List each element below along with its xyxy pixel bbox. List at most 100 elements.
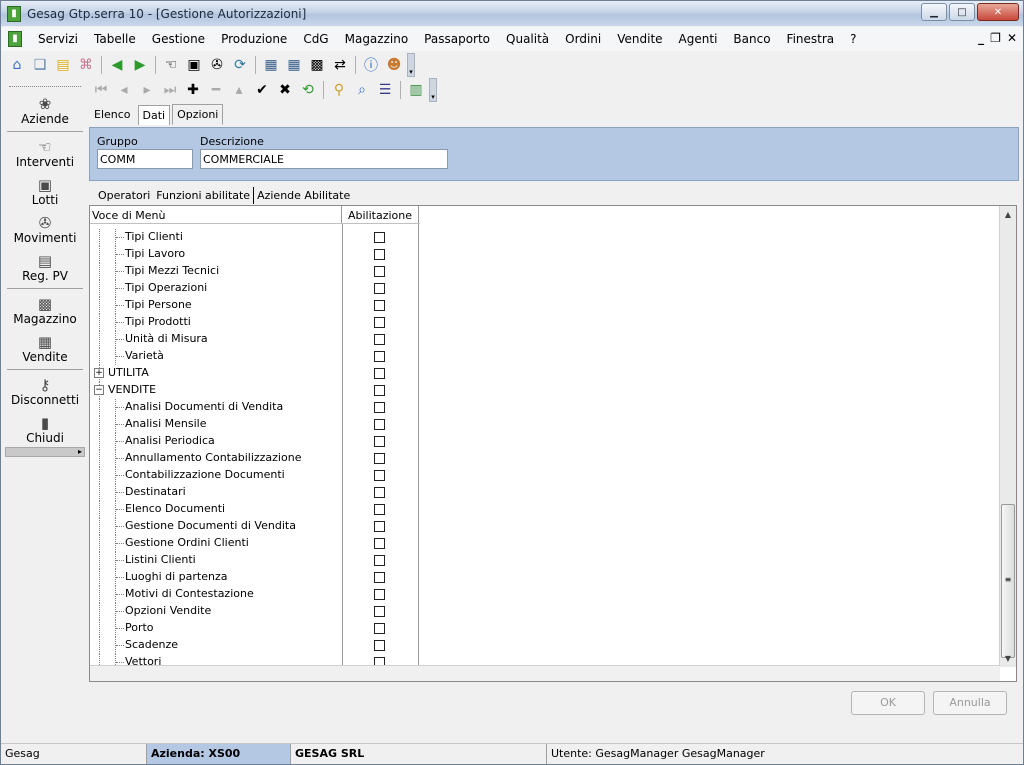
menu-passaporto[interactable]: Passaporto [416, 32, 498, 46]
collapse-icon[interactable]: − [94, 385, 104, 395]
column-header-voce-menu[interactable]: Voce di Menù [90, 206, 342, 223]
abilitazione-checkbox[interactable] [374, 555, 385, 566]
table-row[interactable]: Elenco Documenti [90, 501, 418, 518]
table-row[interactable]: Varietà [90, 348, 418, 365]
calendar-alt-icon[interactable]: ▦ [284, 55, 304, 75]
menu-help[interactable]: ? [842, 32, 864, 46]
table-row[interactable]: Luoghi di partenza [90, 569, 418, 586]
toolbar-overflow-button[interactable]: ▾ [407, 53, 415, 77]
table-row[interactable]: Opzioni Vendite [90, 603, 418, 620]
abilitazione-checkbox[interactable] [374, 470, 385, 481]
table-row[interactable]: Scadenze [90, 637, 418, 654]
table-row[interactable]: Tipi Clienti [90, 229, 418, 246]
sidebar-item-chiudi[interactable]: ▮ Chiudi [5, 410, 85, 448]
sidebar-item-interventi[interactable]: ☜ Interventi [5, 134, 85, 172]
abilitazione-checkbox[interactable] [374, 266, 385, 277]
filter-icon[interactable]: ⚲ [329, 80, 349, 100]
gruppo-field[interactable]: COMM [97, 149, 193, 169]
abilitazione-checkbox[interactable] [374, 419, 385, 430]
home-icon[interactable]: ⌂ [7, 55, 27, 75]
table-row[interactable]: − VENDITE [90, 382, 418, 399]
menu-agenti[interactable]: Agenti [671, 32, 726, 46]
menu-tabelle[interactable]: Tabelle [86, 32, 144, 46]
menu-banco[interactable]: Banco [725, 32, 778, 46]
tab-dati[interactable]: Dati [137, 105, 171, 125]
table-row[interactable]: Analisi Periodica [90, 433, 418, 450]
last-record-icon[interactable]: ⏭ [160, 80, 180, 100]
menu-magazzino[interactable]: Magazzino [337, 32, 417, 46]
abilitazione-checkbox[interactable] [374, 283, 385, 294]
reload-icon[interactable]: ⟲ [298, 80, 318, 100]
tab-opzioni[interactable]: Opzioni [172, 104, 224, 125]
tab-funzioni-abilitate[interactable]: Funzioni abilitate [153, 186, 255, 204]
table-row[interactable]: Destinatari [90, 484, 418, 501]
warehouse-icon[interactable]: ▩ [307, 55, 327, 75]
table-row[interactable]: Motivi di Contestazione [90, 586, 418, 603]
table-row[interactable]: Tipi Mezzi Tecnici [90, 263, 418, 280]
abilitazione-checkbox[interactable] [374, 300, 385, 311]
sort-icon[interactable]: ☰ [375, 80, 395, 100]
abilitazione-checkbox[interactable] [374, 538, 385, 549]
abilitazione-checkbox[interactable] [374, 487, 385, 498]
refresh-icon[interactable]: ⟳ [230, 55, 250, 75]
sidebar-item-reg-pv[interactable]: ▤ Reg. PV [5, 248, 85, 286]
maximize-button[interactable]: □ [949, 3, 975, 21]
expand-icon[interactable]: + [94, 368, 104, 378]
confirm-icon[interactable]: ✔ [252, 80, 272, 100]
table-row[interactable]: Gestione Ordini Clienti [90, 535, 418, 552]
movements-icon[interactable]: ✇ [207, 55, 227, 75]
table-row[interactable]: Analisi Mensile [90, 416, 418, 433]
tab-elenco[interactable]: Elenco [89, 104, 136, 125]
mdi-close-button[interactable]: ✕ [1007, 31, 1017, 45]
search-icon[interactable]: ⌕ [352, 80, 372, 100]
abilitazione-checkbox[interactable] [374, 402, 385, 413]
add-icon[interactable]: ✚ [183, 80, 203, 100]
first-record-icon[interactable]: ⏮ [91, 80, 111, 100]
descrizione-field[interactable]: COMMERCIALE [200, 149, 448, 169]
info-icon[interactable]: ⓘ [361, 55, 381, 75]
sidebar-item-aziende[interactable]: ❀ Aziende [5, 91, 85, 129]
minimize-button[interactable]: ▁ [921, 3, 947, 21]
tab-operatori[interactable]: Operatori [95, 187, 153, 204]
table-row[interactable]: Tipi Persone [90, 297, 418, 314]
table-row[interactable]: Tipi Prodotti [90, 314, 418, 331]
abilitazione-checkbox[interactable] [374, 521, 385, 532]
abilitazione-checkbox[interactable] [374, 317, 385, 328]
sidebar-collapse-button[interactable]: ▸ [5, 447, 85, 457]
calendar-icon[interactable]: ▦ [261, 55, 281, 75]
scroll-up-icon[interactable]: ▲ [1000, 206, 1016, 223]
hand-icon[interactable]: ☜ [161, 55, 181, 75]
abilitazione-checkbox[interactable] [374, 249, 385, 260]
abilitazione-checkbox[interactable] [374, 232, 385, 243]
abilitazione-checkbox[interactable] [374, 606, 385, 617]
annulla-button[interactable]: Annulla [933, 691, 1007, 715]
abilitazione-checkbox[interactable] [374, 453, 385, 464]
abilitazione-checkbox[interactable] [374, 623, 385, 634]
column-header-abilitazione[interactable]: Abilitazione [342, 206, 419, 223]
menu-qualita[interactable]: Qualità [498, 32, 557, 46]
scroll-thumb[interactable]: ≡ [1001, 504, 1015, 658]
table-row[interactable]: + UTILITA [90, 365, 418, 382]
users-icon[interactable]: ☻ [384, 55, 404, 75]
register-icon[interactable]: ▣ [184, 55, 204, 75]
tab-aziende-abilitate[interactable]: Aziende Abilitate [254, 187, 353, 204]
close-button[interactable]: ✕ [977, 3, 1019, 21]
previous-record-icon[interactable]: ◂ [114, 80, 134, 100]
sidebar-item-disconnetti[interactable]: ⚷ Disconnetti [5, 372, 85, 410]
abilitazione-checkbox[interactable] [374, 436, 385, 447]
table-row[interactable]: Porto [90, 620, 418, 637]
table-row[interactable]: Gestione Documenti di Vendita [90, 518, 418, 535]
ok-button[interactable]: OK [851, 691, 925, 715]
abilitazione-checkbox[interactable] [374, 504, 385, 515]
table-row[interactable]: Analisi Documenti di Vendita [90, 399, 418, 416]
table-row[interactable]: Tipi Operazioni [90, 280, 418, 297]
abilitazione-checkbox[interactable] [374, 589, 385, 600]
sidebar-item-lotti[interactable]: ▣ Lotti [5, 172, 85, 210]
menu-servizi[interactable]: Servizi [30, 32, 86, 46]
abilitazione-checkbox[interactable] [374, 385, 385, 396]
cancel-icon[interactable]: ✖ [275, 80, 295, 100]
nav-toolbar-overflow-button[interactable]: ▾ [429, 78, 437, 102]
menu-vendite[interactable]: Vendite [609, 32, 670, 46]
table-row[interactable]: Unità di Misura [90, 331, 418, 348]
menu-finestra[interactable]: Finestra [779, 32, 843, 46]
